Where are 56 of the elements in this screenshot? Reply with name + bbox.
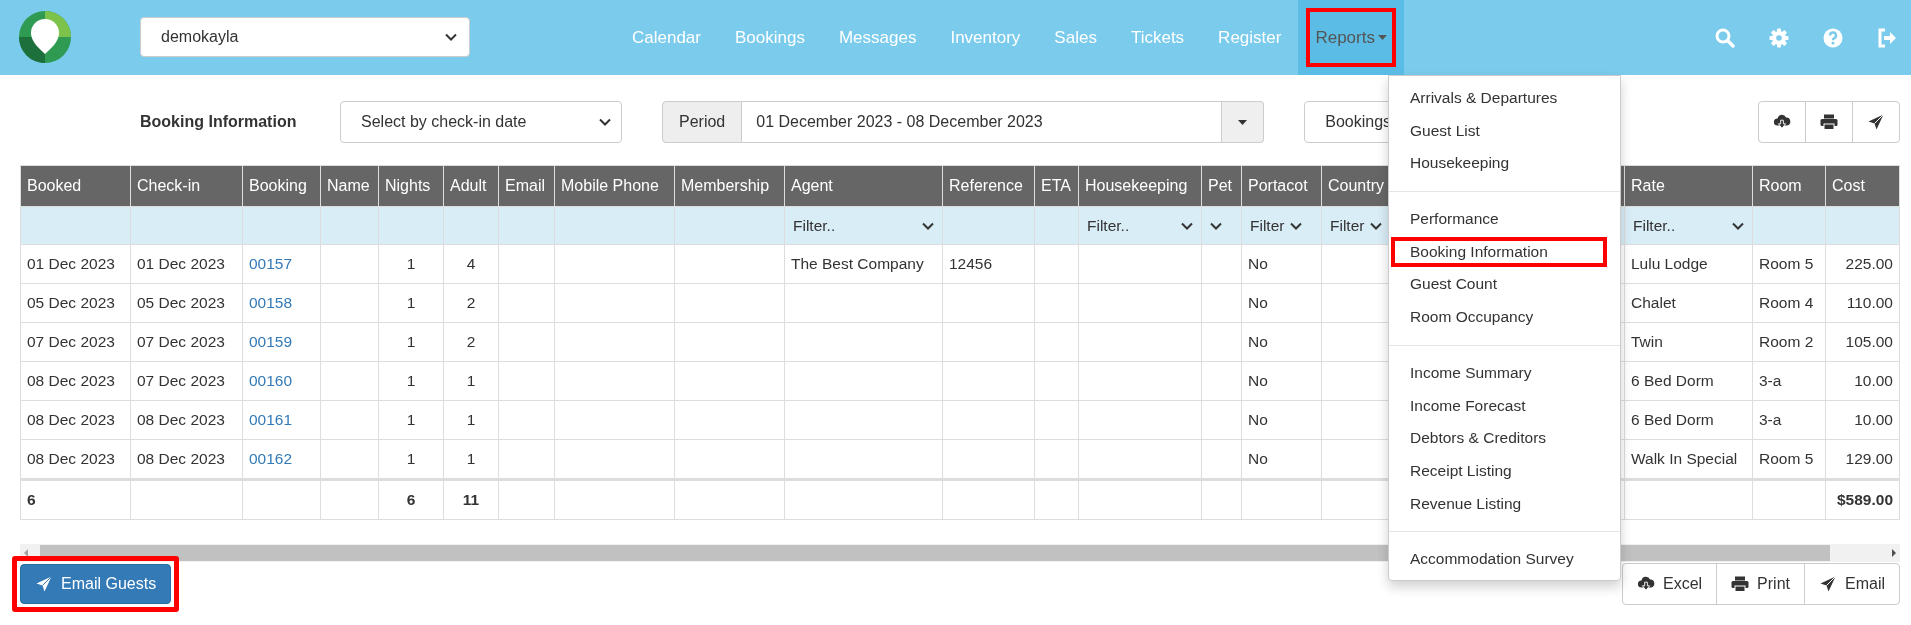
period-label: Period [662,101,743,143]
table-cell: 08 Dec 2023 [27,372,115,389]
table-cell: 2 [466,333,476,350]
table-cell: 105.00 [1845,333,1893,350]
table-cell: 07 Dec 2023 [137,372,225,389]
table-cell: 10.00 [1854,372,1893,389]
table-cell: 10.00 [1854,411,1893,428]
table-cell: 6 Bed Dorm [1631,411,1714,428]
table-cell: Chalet [1631,294,1676,311]
table-cell: 3-a [1759,411,1782,428]
table-cell: 08 Dec 2023 [27,450,115,467]
total-cell: $589.00 [1836,491,1893,508]
table-cell: No [1248,255,1268,272]
table-cell: 1 [406,450,416,467]
table-cell: 07 Dec 2023 [27,333,115,350]
table-cell: Room 2 [1759,333,1814,350]
table-cell: Room 5 [1759,450,1814,467]
page-title: Booking Information [140,113,298,131]
table-cell: 05 Dec 2023 [27,294,115,311]
table-cell: 3-a [1759,372,1782,389]
table-cell: 07 Dec 2023 [137,333,225,350]
table-cell: 01 Dec 2023 [137,255,225,272]
table-cell: No [1248,294,1268,311]
total-cell: 6 [27,491,36,508]
table-cell: 1 [406,411,416,428]
table-cell: No [1248,411,1268,428]
table-cell: 1 [406,333,416,350]
table-cell: 05 Dec 2023 [137,294,225,311]
table-cell: 110.00 [1846,294,1893,311]
table-cell: No [1248,450,1268,467]
table-cell: Twin [1631,333,1663,350]
table-cell: 08 Dec 2023 [137,411,225,428]
table-cell: Room 4 [1759,294,1814,311]
table-cell: 12456 [949,255,993,272]
table-cell: Lulu Lodge [1631,255,1708,272]
table-cell: 129.00 [1845,450,1893,467]
total-cell: 11 [462,491,480,508]
table-cell: The Best Company [791,255,924,272]
table-cell: 225.00 [1845,255,1893,272]
table-cell: 6 Bed Dorm [1631,372,1714,389]
table-cell: 4 [466,255,476,272]
table-cell: 2 [466,294,476,311]
table-cell: 1 [466,450,476,467]
table-cell: No [1248,333,1268,350]
table-cell: 1 [466,411,476,428]
table-cell: 1 [466,372,476,389]
table-cell: 1 [406,372,416,389]
table-cell: 1 [406,255,416,272]
table-cell: Walk In Special [1631,450,1738,467]
table-cell: 08 Dec 2023 [27,411,115,428]
table-cell: 1 [406,294,416,311]
table-cell: 01 Dec 2023 [27,255,115,272]
table-cell: No [1248,372,1268,389]
table-cell: 08 Dec 2023 [137,450,225,467]
table-cell: Room 5 [1759,255,1814,272]
total-cell: 6 [406,491,416,508]
